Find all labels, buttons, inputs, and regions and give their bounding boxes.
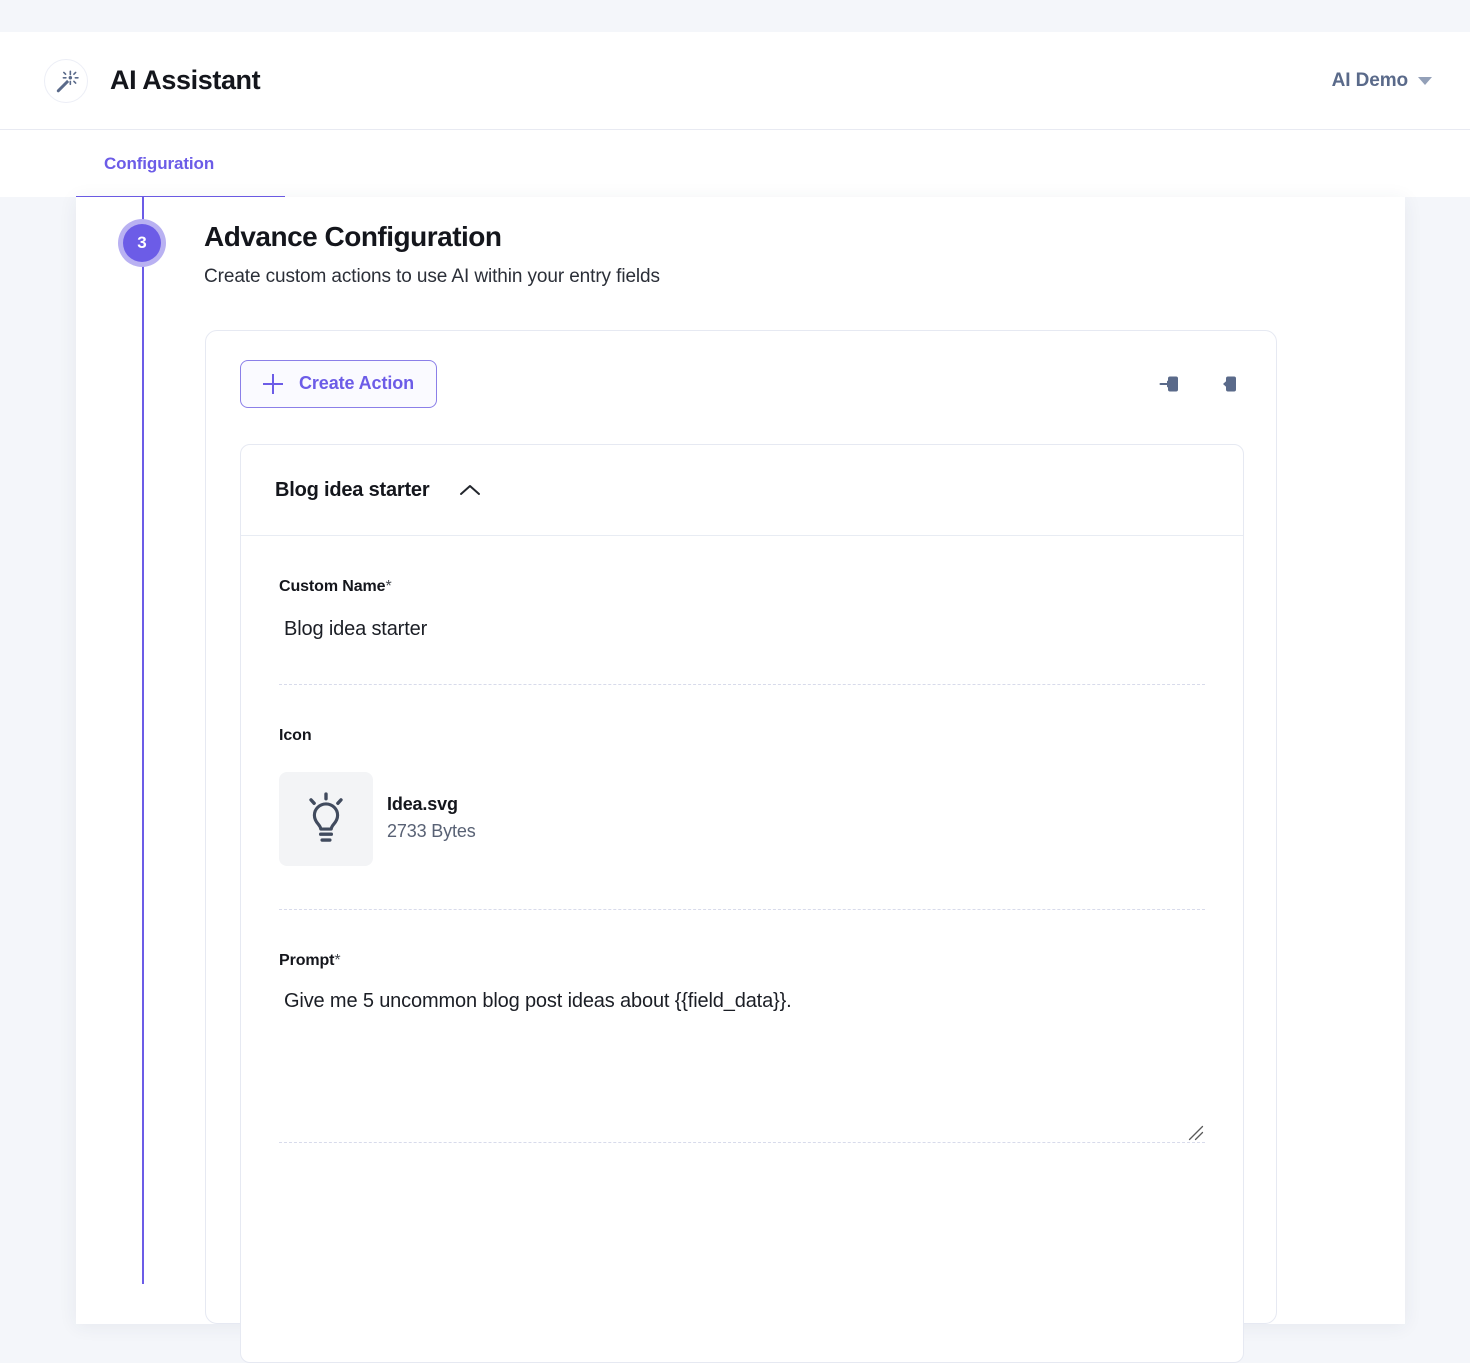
action-accordion-header[interactable]: Blog idea starter: [241, 445, 1243, 536]
prompt-label: Prompt*: [279, 952, 1205, 970]
import-icon[interactable]: [1157, 371, 1183, 397]
icon-label: Icon: [279, 727, 1205, 745]
chevron-up-icon[interactable]: [459, 483, 481, 497]
custom-name-input[interactable]: Blog idea starter: [279, 618, 1205, 641]
org-selector[interactable]: AI Demo: [1332, 70, 1432, 92]
toolbar-icon-group: [1157, 371, 1240, 397]
field-prompt: Prompt* Give me 5 uncommon blog post ide…: [279, 910, 1205, 1142]
icon-file-name: Idea.svg: [387, 794, 476, 815]
resize-grip-icon[interactable]: [1187, 1124, 1205, 1142]
field-custom-name: Custom Name* Blog idea starter: [279, 536, 1205, 641]
tab-configuration[interactable]: Configuration: [76, 131, 242, 197]
icon-file-size: 2733 Bytes: [387, 821, 476, 842]
step-number: 3: [123, 224, 161, 262]
prompt-value: Give me 5 uncommon blog post ideas about…: [279, 990, 1205, 1013]
section-heading: Advance Configuration Create custom acti…: [204, 221, 660, 288]
required-marker: *: [334, 952, 340, 969]
action-accordion-body: Custom Name* Blog idea starter Icon: [241, 536, 1243, 1143]
action-name-label: Blog idea starter: [275, 479, 429, 502]
step-badge: 3: [118, 219, 166, 267]
action-item: Blog idea starter Custom Name* Blog idea…: [240, 444, 1244, 1363]
plus-icon: [263, 374, 283, 394]
page-title: Advance Configuration: [204, 221, 660, 253]
app-brand: AI Assistant: [44, 59, 260, 103]
app-title: AI Assistant: [110, 65, 260, 96]
page-subtitle: Create custom actions to use AI within y…: [204, 266, 660, 288]
app-header: AI Assistant AI Demo: [0, 32, 1470, 130]
tab-bar: Configuration: [0, 130, 1470, 197]
create-action-button[interactable]: Create Action: [240, 360, 437, 408]
create-action-label: Create Action: [299, 373, 414, 394]
export-icon[interactable]: [1214, 371, 1240, 397]
org-name-label: AI Demo: [1332, 70, 1408, 92]
field-divider: [279, 1142, 1205, 1143]
magic-wand-icon: [44, 59, 88, 103]
chevron-down-icon: [1418, 77, 1432, 85]
required-marker: *: [385, 578, 391, 595]
prompt-textarea[interactable]: Give me 5 uncommon blog post ideas about…: [279, 990, 1205, 1142]
lightbulb-icon[interactable]: [279, 772, 373, 866]
actions-toolbar: Create Action: [206, 331, 1276, 436]
custom-name-label: Custom Name*: [279, 578, 1205, 596]
icon-file-meta: Idea.svg 2733 Bytes: [387, 794, 476, 844]
step-progress-line: [142, 197, 144, 1284]
actions-card: Create Action Blog idea starter: [205, 330, 1277, 1324]
field-icon: Icon: [279, 685, 1205, 866]
icon-file-row: Idea.svg 2733 Bytes: [279, 772, 1205, 866]
